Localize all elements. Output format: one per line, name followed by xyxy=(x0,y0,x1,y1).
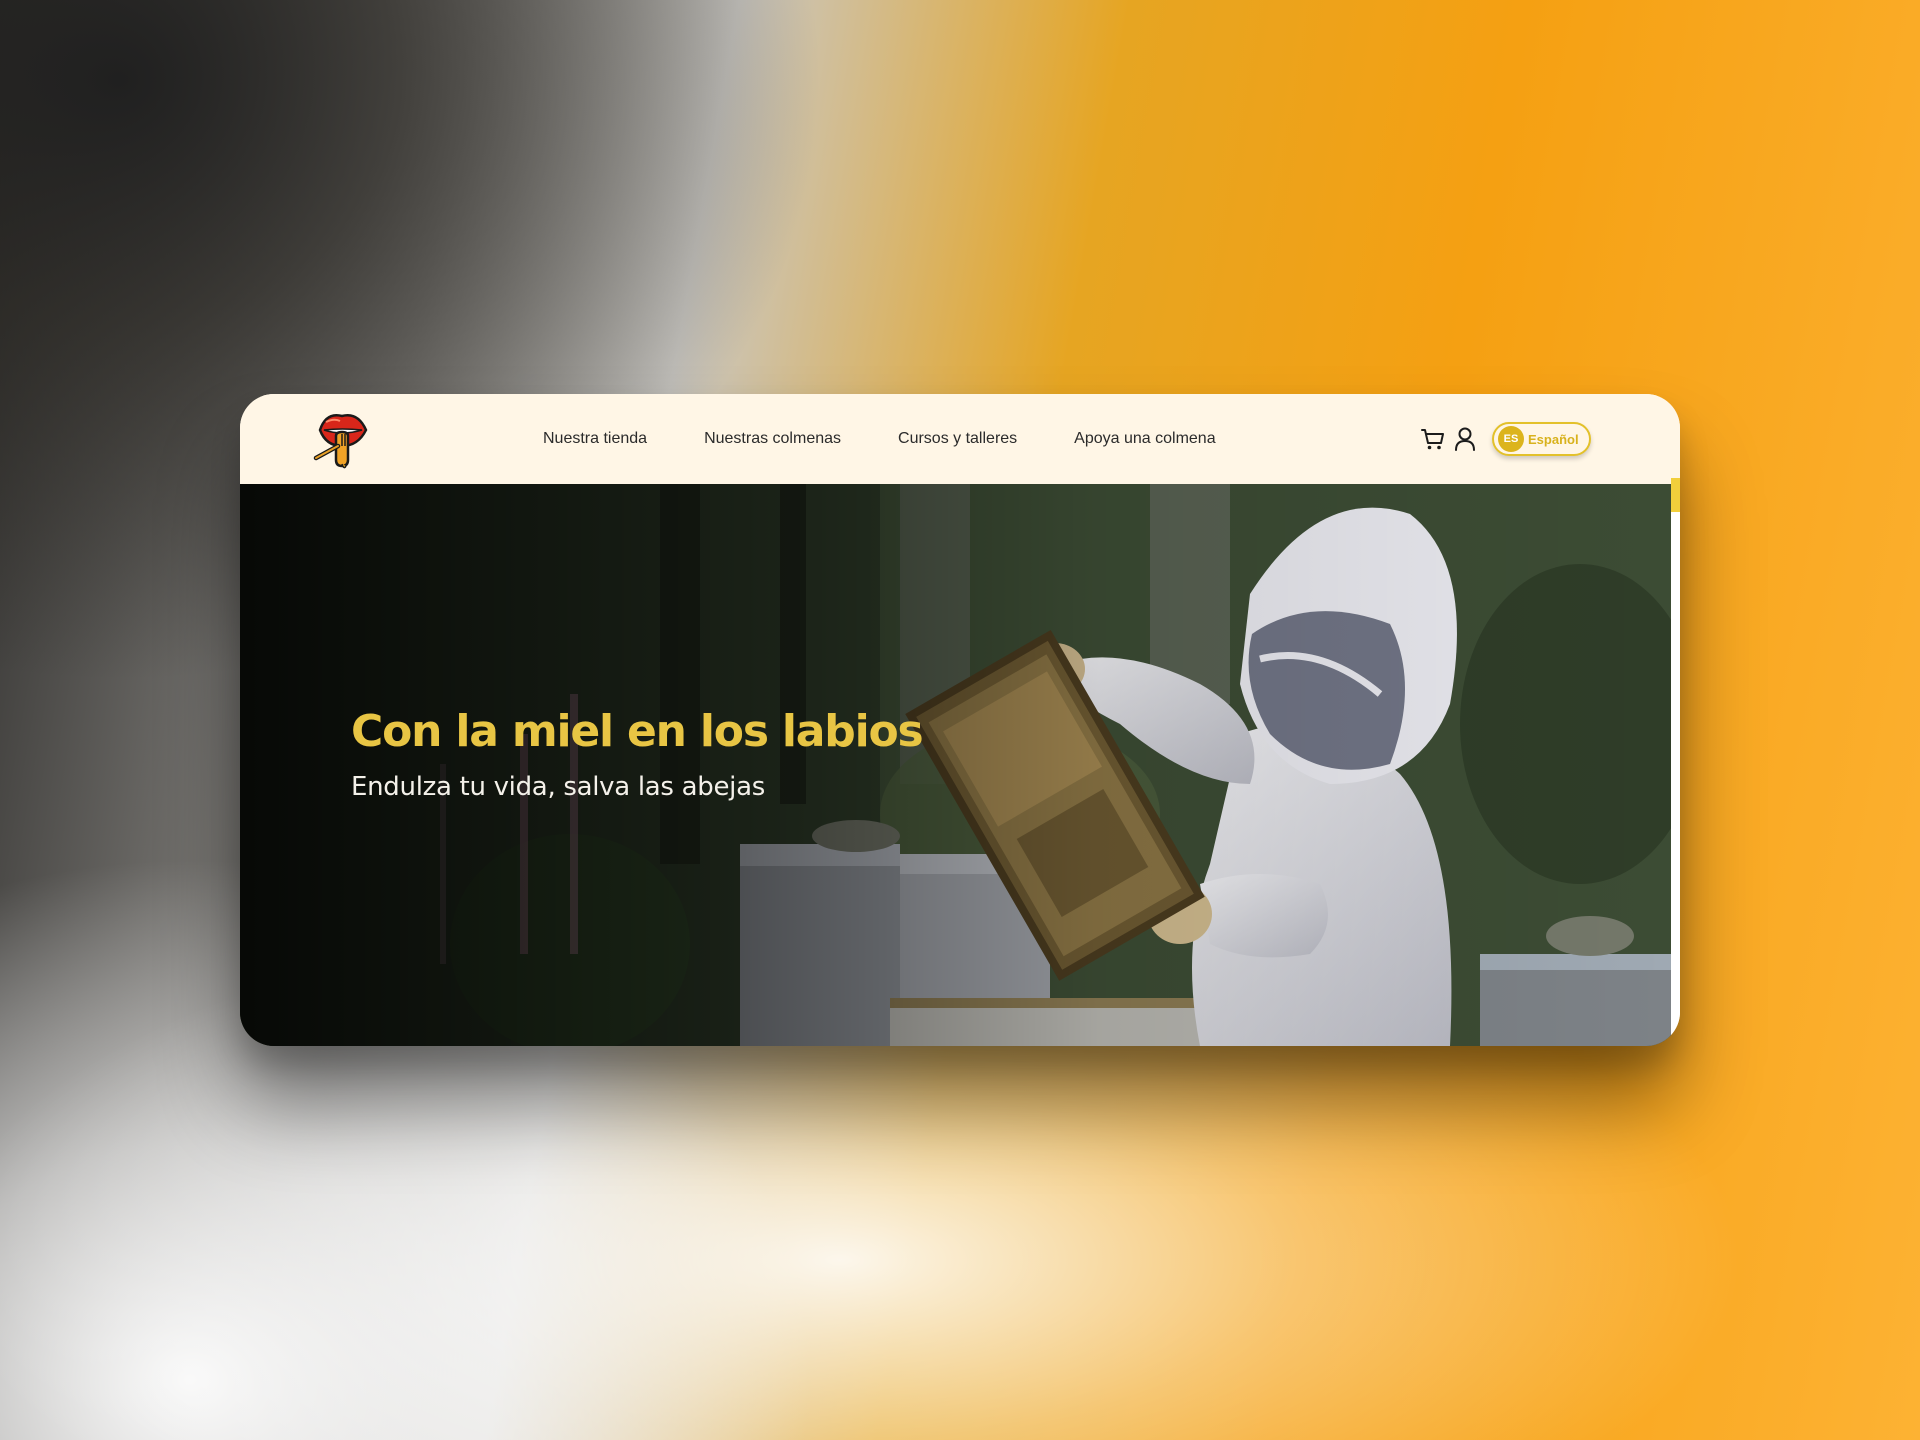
language-label: Español xyxy=(1528,431,1579,447)
website-mockup-card: Nuestra tienda Nuestras colmenas Cursos … xyxy=(240,394,1680,1046)
cart-icon[interactable] xyxy=(1418,424,1448,454)
hero-banner: Con la miel en los labios Endulza tu vid… xyxy=(240,484,1671,1046)
navbar: Nuestra tienda Nuestras colmenas Cursos … xyxy=(240,394,1680,484)
nav-link-cursos-y-talleres[interactable]: Cursos y talleres xyxy=(898,430,1017,448)
nav-link-nuestras-colmenas[interactable]: Nuestras colmenas xyxy=(704,430,841,448)
user-icon[interactable] xyxy=(1450,424,1480,454)
hero-title: Con la miel en los labios xyxy=(351,706,924,757)
main-navigation: Nuestra tienda Nuestras colmenas Cursos … xyxy=(543,394,1273,484)
nav-link-apoya-una-colmena[interactable]: Apoya una colmena xyxy=(1074,430,1215,448)
language-code-badge: ES xyxy=(1498,426,1524,452)
honey-lips-logo-icon xyxy=(313,414,368,469)
nav-link-nuestra-tienda[interactable]: Nuestra tienda xyxy=(543,430,647,448)
hero-subtitle: Endulza tu vida, salva las abejas xyxy=(351,772,765,802)
card-right-edge xyxy=(1671,478,1680,1046)
language-selector[interactable]: ES Español xyxy=(1492,422,1591,456)
beekeeper-photo xyxy=(240,484,1671,1046)
logo[interactable] xyxy=(312,406,372,470)
nav-actions: ES Español xyxy=(1418,394,1591,484)
